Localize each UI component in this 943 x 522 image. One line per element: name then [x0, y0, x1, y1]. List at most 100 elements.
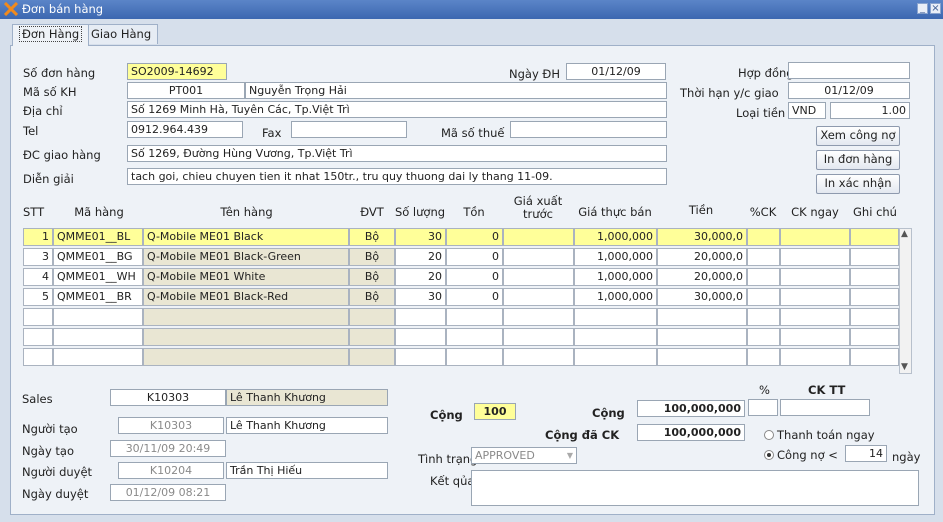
cell-gia-thuc-ban[interactable]: [574, 308, 657, 326]
thanh-toan-ngay-radio[interactable]: [764, 430, 774, 440]
ma-kh-name-field[interactable]: Nguyễn Trọng Hải: [245, 82, 667, 99]
cell-ma-hang[interactable]: [53, 348, 143, 366]
cell-pct-ck[interactable]: [747, 268, 780, 286]
tel-field[interactable]: 0912.964.439: [127, 121, 243, 138]
cell-ma-hang[interactable]: QMME01__BR: [53, 288, 143, 306]
ket-qua-field[interactable]: [471, 470, 919, 506]
cell-ghi-chu[interactable]: [850, 308, 899, 326]
cell-ton[interactable]: 0: [446, 228, 503, 246]
cell-ten-hang[interactable]: [143, 308, 349, 326]
cell-dvt[interactable]: [349, 328, 395, 346]
sales-code-field[interactable]: K10303: [110, 389, 226, 406]
cell-dvt[interactable]: Bộ: [349, 248, 395, 266]
table-scrollbar[interactable]: [899, 228, 912, 374]
cell-stt[interactable]: [23, 348, 53, 366]
thoi-han-field[interactable]: 01/12/09: [788, 82, 910, 99]
minimize-icon[interactable]: _: [917, 3, 928, 14]
cell-ton[interactable]: [446, 348, 503, 366]
cong-no-days-field[interactable]: 14: [845, 445, 887, 462]
cell-gia-xuat-truoc[interactable]: [503, 308, 574, 326]
cell-ghi-chu[interactable]: [850, 328, 899, 346]
cell-ten-hang[interactable]: Q-Mobile ME01 Black-Green: [143, 248, 349, 266]
cell-ck-ngay[interactable]: [780, 288, 850, 306]
cell-ten-hang[interactable]: Q-Mobile ME01 White: [143, 268, 349, 286]
cell-ma-hang[interactable]: [53, 308, 143, 326]
dc-giao-hang-field[interactable]: Số 1269, Đường Hùng Vương, Tp.Việt Trì: [127, 145, 667, 162]
cell-stt[interactable]: [23, 308, 53, 326]
cell-ton[interactable]: 0: [446, 268, 503, 286]
tab-don-hang[interactable]: Đơn Hàng: [12, 24, 90, 46]
cell-dvt[interactable]: Bộ: [349, 228, 395, 246]
currency-field[interactable]: VND: [788, 102, 826, 119]
cell-stt[interactable]: [23, 328, 53, 346]
tab-giao-hang[interactable]: Giao Hàng: [84, 24, 159, 44]
cell-so-luong[interactable]: 20: [395, 248, 446, 266]
cell-so-luong[interactable]: [395, 348, 446, 366]
cell-dvt[interactable]: Bộ: [349, 268, 395, 286]
cell-ck-ngay[interactable]: [780, 348, 850, 366]
cell-ma-hang[interactable]: QMME01__WH: [53, 268, 143, 286]
cell-gia-xuat-truoc[interactable]: [503, 228, 574, 246]
cell-ghi-chu[interactable]: [850, 288, 899, 306]
cell-ghi-chu[interactable]: [850, 348, 899, 366]
cell-gia-thuc-ban[interactable]: 1,000,000: [574, 288, 657, 306]
cell-ma-hang[interactable]: QMME01__BL: [53, 228, 143, 246]
so-don-hang-field[interactable]: SO2009-14692: [127, 63, 227, 80]
cell-stt[interactable]: 1: [23, 228, 53, 246]
cell-pct-ck[interactable]: [747, 248, 780, 266]
cell-gia-xuat-truoc[interactable]: [503, 288, 574, 306]
cell-gia-thuc-ban[interactable]: 1,000,000: [574, 248, 657, 266]
dien-giai-field[interactable]: tach goi, chieu chuyen tien it nhat 150t…: [127, 168, 667, 185]
ma-kh-code-field[interactable]: PT001: [127, 82, 245, 99]
cell-pct-ck[interactable]: [747, 308, 780, 326]
cell-ghi-chu[interactable]: [850, 268, 899, 286]
cell-ck-ngay[interactable]: [780, 228, 850, 246]
cell-ton[interactable]: [446, 328, 503, 346]
cell-ten-hang[interactable]: Q-Mobile ME01 Black: [143, 228, 349, 246]
ngay-dh-field[interactable]: 01/12/09: [566, 63, 666, 80]
cell-ck-ngay[interactable]: [780, 268, 850, 286]
fax-field[interactable]: [291, 121, 407, 138]
cell-ten-hang[interactable]: [143, 348, 349, 366]
scroll-up-icon[interactable]: ▲: [901, 229, 908, 239]
cell-ck-ngay[interactable]: [780, 308, 850, 326]
cell-pct-ck[interactable]: [747, 288, 780, 306]
cell-stt[interactable]: 5: [23, 288, 53, 306]
cell-dvt[interactable]: [349, 308, 395, 326]
cell-stt[interactable]: 4: [23, 268, 53, 286]
cell-gia-thuc-ban[interactable]: [574, 348, 657, 366]
ma-so-thue-field[interactable]: [510, 121, 667, 138]
cell-so-luong[interactable]: [395, 328, 446, 346]
cell-ck-ngay[interactable]: [780, 328, 850, 346]
cell-ton[interactable]: 0: [446, 288, 503, 306]
cell-pct-ck[interactable]: [747, 328, 780, 346]
cell-ton[interactable]: 0: [446, 248, 503, 266]
cell-stt[interactable]: 3: [23, 248, 53, 266]
hop-dong-field[interactable]: [788, 62, 910, 79]
cell-gia-xuat-truoc[interactable]: [503, 328, 574, 346]
cell-pct-ck[interactable]: [747, 228, 780, 246]
cell-ten-hang[interactable]: [143, 328, 349, 346]
scroll-down-icon[interactable]: ▼: [901, 362, 908, 372]
ck-tt-field[interactable]: [780, 399, 870, 416]
cell-ck-ngay[interactable]: [780, 248, 850, 266]
cell-dvt[interactable]: [349, 348, 395, 366]
cell-tien[interactable]: [657, 328, 747, 346]
tinh-trang-select[interactable]: APPROVED ▼: [471, 447, 577, 464]
cell-ton[interactable]: [446, 308, 503, 326]
close-icon[interactable]: ×: [930, 3, 941, 14]
cong-no-radio[interactable]: [764, 450, 774, 460]
cell-tien[interactable]: 20,000,0: [657, 268, 747, 286]
cell-gia-thuc-ban[interactable]: [574, 328, 657, 346]
xem-cong-no-button[interactable]: Xem công nợ: [816, 126, 900, 146]
cell-tien[interactable]: 30,000,0: [657, 228, 747, 246]
cell-gia-xuat-truoc[interactable]: [503, 268, 574, 286]
cell-ma-hang[interactable]: [53, 328, 143, 346]
cell-so-luong[interactable]: 20: [395, 268, 446, 286]
cell-tien[interactable]: 20,000,0: [657, 248, 747, 266]
cell-ghi-chu[interactable]: [850, 248, 899, 266]
cell-tien[interactable]: [657, 348, 747, 366]
cell-pct-ck[interactable]: [747, 348, 780, 366]
cell-so-luong[interactable]: [395, 308, 446, 326]
cell-ten-hang[interactable]: Q-Mobile ME01 Black-Red: [143, 288, 349, 306]
